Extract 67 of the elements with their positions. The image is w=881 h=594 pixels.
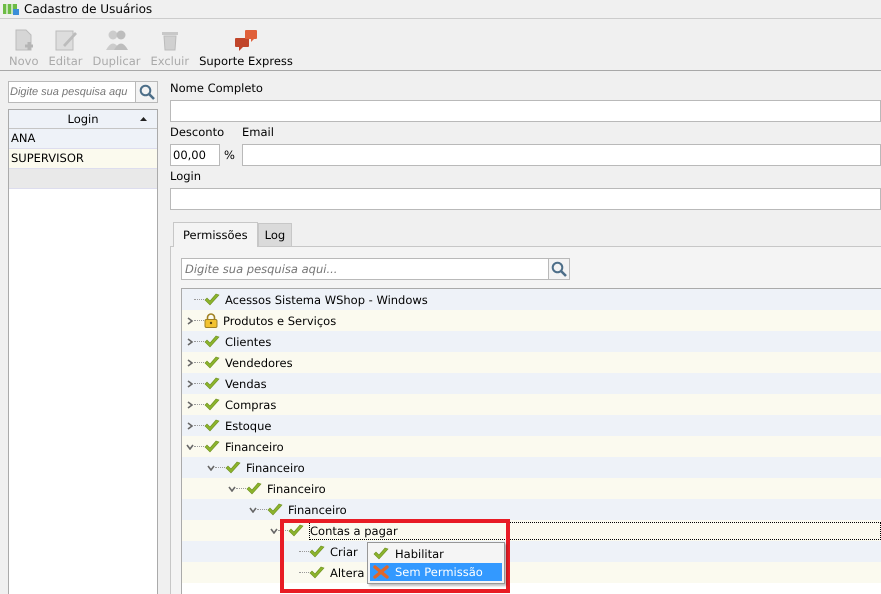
search-button[interactable] [549,258,570,280]
input-field[interactable] [170,100,881,122]
chevron-right-icon[interactable] [187,400,193,408]
check-icon [204,398,220,412]
chevron-down-icon[interactable] [186,444,194,450]
check-icon [309,544,325,558]
tree-item[interactable]: Altera [330,564,364,580]
chevron-right-icon[interactable] [187,338,193,346]
tree-item[interactable]: Estoque [225,418,272,434]
tree-item[interactable]: Financeiro [225,438,284,454]
tree-item[interactable]: Criar [330,544,358,560]
padlock-icon [204,313,218,328]
toolbar-button[interactable]: Suporte Express [194,28,298,68]
users-icon [104,28,130,52]
chevron-down-icon[interactable] [249,506,257,512]
chevron-right-icon[interactable] [187,380,193,388]
tree-item[interactable]: Produtos e Serviços [223,312,336,328]
check-icon [309,566,325,580]
chevron-down-icon[interactable] [207,464,215,470]
tree-item[interactable]: Clientes [225,334,272,350]
chevron-right-icon[interactable] [187,316,193,324]
table-row[interactable]: SUPERVISOR [9,149,157,169]
table-row[interactable]: ANA [9,129,157,149]
field-label: Email [242,125,275,141]
tree-item[interactable]: Financeiro [267,480,326,496]
field-label: Login [170,169,202,185]
tree-item[interactable]: Vendedores [225,354,293,370]
check-icon [288,524,304,538]
search-field[interactable]: Digite sua pesquisa aqui... [181,258,549,280]
tab[interactable]: Log [258,223,292,246]
field-label: Nome Completo [170,81,264,97]
app-icon [3,3,19,15]
tree-item[interactable]: Vendas [225,376,267,392]
tree-item[interactable]: Financeiro [288,502,347,518]
chat-bubbles-icon [232,28,259,52]
check-icon [204,292,220,306]
pencil-document-icon [52,28,78,52]
tree-item[interactable]: Contas a pagar [309,522,881,540]
check-icon [204,440,220,454]
menu-item[interactable]: Habilitar [370,545,502,563]
input-field[interactable] [242,144,881,166]
search-icon [138,84,154,100]
percent-sign: % [223,148,236,162]
search-field[interactable]: Digite sua pesquisa aqu [8,81,136,103]
check-icon [267,502,283,516]
check-icon [204,356,220,370]
tab[interactable]: Permissões [173,222,258,247]
input-field[interactable] [170,188,881,210]
tree-item[interactable]: Compras [225,396,276,412]
field-label: Desconto [170,125,226,141]
check-icon [204,418,220,432]
search-icon [551,261,567,277]
check-icon [204,334,220,348]
chevron-down-icon[interactable] [228,486,236,492]
check-icon [225,460,241,474]
chevron-right-icon[interactable] [187,358,193,366]
column-header[interactable]: Login [9,110,157,129]
chevron-right-icon[interactable] [187,422,193,430]
tree-item[interactable]: Financeiro [246,460,305,476]
input-field[interactable]: 00,00 [170,144,220,166]
check-icon [246,482,262,496]
window-title: Cadastro de Usuários [24,2,152,16]
chevron-down-icon[interactable] [270,528,278,534]
search-button[interactable] [136,81,158,103]
check-icon [204,376,220,390]
sort-icon [140,117,147,121]
cross-icon [373,565,389,579]
